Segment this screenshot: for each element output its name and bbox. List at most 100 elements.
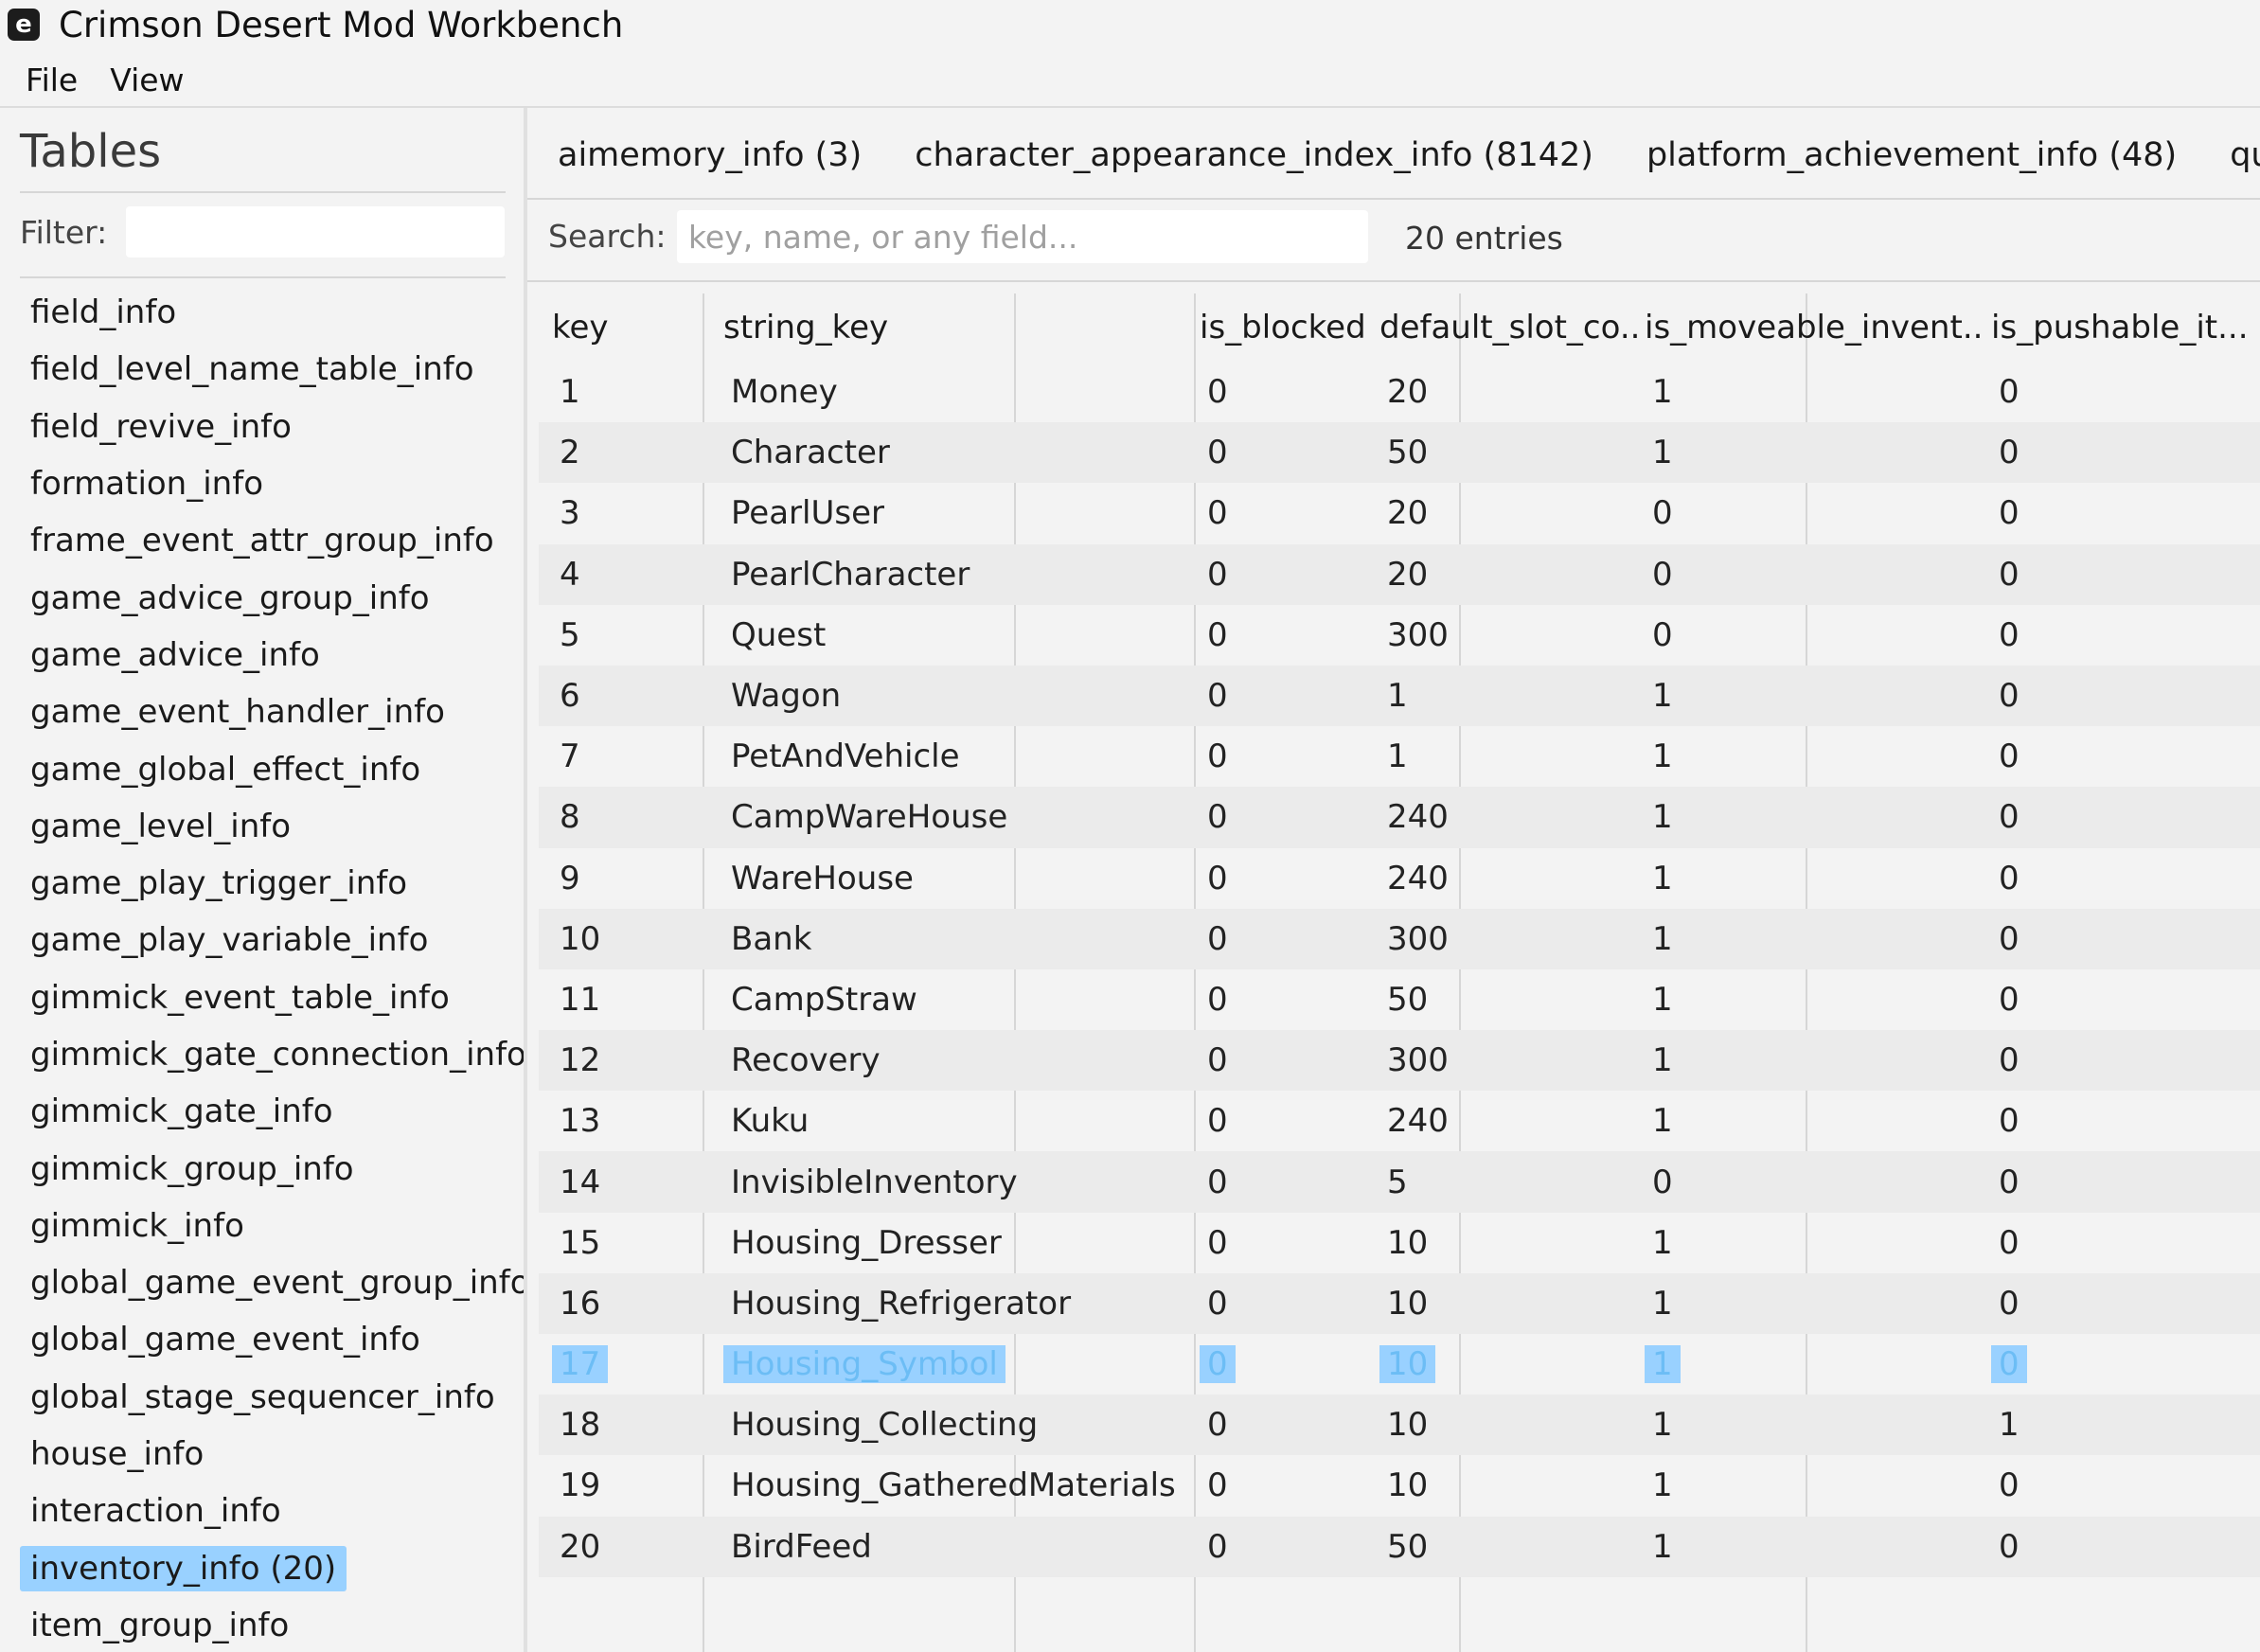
- table-cell[interactable]: 300: [1372, 616, 1637, 654]
- table-cell[interactable]: 0: [1192, 373, 1372, 411]
- table-tab[interactable]: character_appearance_index_info (8142): [915, 136, 1593, 174]
- table-cell[interactable]: 0: [1192, 556, 1372, 594]
- table-cell[interactable]: 1: [1984, 1406, 2249, 1444]
- table-cell[interactable]: 7: [539, 737, 716, 775]
- table-cell[interactable]: 20: [1372, 373, 1637, 411]
- table-cell[interactable]: 1: [1637, 1041, 1984, 1079]
- column-header[interactable]: is_blocked: [1192, 309, 1372, 346]
- table-cell[interactable]: 0: [1192, 616, 1372, 654]
- table-cell[interactable]: 0: [1192, 1285, 1372, 1323]
- table-list-item[interactable]: game_level_info: [20, 798, 512, 855]
- table-cell[interactable]: 240: [1372, 1102, 1637, 1140]
- table-cell[interactable]: 0: [1984, 1164, 2249, 1201]
- table-tab[interactable]: quest_group_: [2230, 136, 2260, 174]
- table-cell[interactable]: 300: [1372, 1041, 1637, 1079]
- table-cell[interactable]: CampWareHouse: [716, 798, 1192, 836]
- table-row[interactable]: 6 Wagon 0 1 1 0: [539, 665, 2260, 727]
- table-cell[interactable]: 0: [1984, 920, 2249, 958]
- table-cell[interactable]: 50: [1372, 981, 1637, 1019]
- table-cell[interactable]: 0: [1984, 1224, 2249, 1262]
- table-cell[interactable]: 0: [1984, 1041, 2249, 1079]
- table-cell[interactable]: 20: [539, 1528, 716, 1566]
- table-cell[interactable]: 0: [1192, 1406, 1372, 1444]
- table-cell[interactable]: 19: [539, 1466, 716, 1504]
- table-cell[interactable]: 0: [1192, 1466, 1372, 1504]
- table-cell[interactable]: 20: [1372, 494, 1637, 532]
- table-cell[interactable]: WareHouse: [716, 860, 1192, 897]
- table-list-item[interactable]: game_event_handler_info: [20, 684, 512, 740]
- table-cell[interactable]: 1: [1637, 1102, 1984, 1140]
- table-cell[interactable]: 1: [1372, 677, 1637, 715]
- table-cell[interactable]: Housing_Symbol: [716, 1345, 1192, 1384]
- table-cell[interactable]: 0: [1984, 981, 2249, 1019]
- table-cell[interactable]: Money: [716, 373, 1192, 411]
- table-list-item[interactable]: global_stage_sequencer_info: [20, 1369, 512, 1426]
- table-cell[interactable]: Quest: [716, 616, 1192, 654]
- table-cell[interactable]: 0: [1192, 1345, 1372, 1384]
- table-cell[interactable]: 0: [1984, 677, 2249, 715]
- table-cell[interactable]: 50: [1372, 1528, 1637, 1566]
- table-row[interactable]: 11 CampStraw 0 50 1 0: [539, 969, 2260, 1030]
- table-cell[interactable]: 0: [1984, 616, 2249, 654]
- table-cell[interactable]: 0: [1637, 556, 1984, 594]
- table-cell[interactable]: 1: [1637, 737, 1984, 775]
- table-cell[interactable]: 1: [1637, 1528, 1984, 1566]
- table-cell[interactable]: Housing_Refrigerator: [716, 1285, 1192, 1323]
- search-input[interactable]: [677, 210, 1368, 263]
- table-cell[interactable]: 0: [1192, 798, 1372, 836]
- table-cell[interactable]: 0: [1192, 737, 1372, 775]
- table-cell[interactable]: BirdFeed: [716, 1528, 1192, 1566]
- table-list-item[interactable]: game_advice_info: [20, 627, 512, 684]
- table-cell[interactable]: Recovery: [716, 1041, 1192, 1079]
- table-cell[interactable]: 1: [539, 373, 716, 411]
- table-row[interactable]: 13 Kuku 0 240 1 0: [539, 1091, 2260, 1151]
- table-cell[interactable]: 6: [539, 677, 716, 715]
- table-cell[interactable]: 0: [1637, 494, 1984, 532]
- table-row[interactable]: 12 Recovery 0 300 1 0: [539, 1030, 2260, 1092]
- table-cell[interactable]: 0: [1984, 494, 2249, 532]
- column-header[interactable]: string_key: [716, 309, 1192, 346]
- table-cell[interactable]: 0: [1984, 556, 2249, 594]
- table-cell[interactable]: 0: [1192, 677, 1372, 715]
- table-cell[interactable]: 1: [1637, 920, 1984, 958]
- table-cell[interactable]: CampStraw: [716, 981, 1192, 1019]
- table-cell[interactable]: 0: [1984, 1528, 2249, 1566]
- column-header[interactable]: default_slot_co...: [1372, 309, 1637, 346]
- table-list-item[interactable]: global_game_event_info: [20, 1311, 512, 1368]
- table-cell[interactable]: 1: [1637, 1466, 1984, 1504]
- table-cell[interactable]: 1: [1637, 1285, 1984, 1323]
- table-cell[interactable]: 13: [539, 1102, 716, 1140]
- table-list-item[interactable]: frame_event_attr_group_info: [20, 512, 512, 569]
- table-list-item[interactable]: gimmick_gate_info: [20, 1083, 512, 1140]
- filter-input[interactable]: [126, 206, 505, 258]
- table-cell[interactable]: 0: [1984, 1285, 2249, 1323]
- table-cell[interactable]: 0: [1192, 494, 1372, 532]
- table-row[interactable]: 2 Character 0 50 1 0: [539, 422, 2260, 484]
- table-cell[interactable]: 0: [1637, 616, 1984, 654]
- table-cell[interactable]: 50: [1372, 434, 1637, 471]
- table-tab[interactable]: aimemory_info (3): [558, 136, 862, 174]
- table-list-item[interactable]: game_global_effect_info: [20, 740, 512, 797]
- table-row[interactable]: 16 Housing_Refrigerator 0 10 1 0: [539, 1272, 2260, 1334]
- table-cell[interactable]: 1: [1637, 1406, 1984, 1444]
- table-cell[interactable]: 1: [1637, 434, 1984, 471]
- table-list-item[interactable]: inventory_info (20): [20, 1540, 512, 1597]
- table-cell[interactable]: 0: [1192, 1164, 1372, 1201]
- table-cell[interactable]: 1: [1372, 737, 1637, 775]
- table-list-item[interactable]: gimmick_gate_connection_info: [20, 1026, 526, 1083]
- table-cell[interactable]: 0: [1984, 860, 2249, 897]
- table-cell[interactable]: PearlUser: [716, 494, 1192, 532]
- column-header[interactable]: key: [539, 309, 716, 346]
- table-cell[interactable]: 0: [1192, 1528, 1372, 1566]
- table-cell[interactable]: 0: [1192, 1224, 1372, 1262]
- table-list-item[interactable]: formation_info: [20, 455, 512, 512]
- table-row[interactable]: 15 Housing_Dresser 0 10 1 0: [539, 1213, 2260, 1273]
- table-list-item[interactable]: gimmick_group_info: [20, 1140, 512, 1197]
- table-cell[interactable]: PearlCharacter: [716, 556, 1192, 594]
- table-cell[interactable]: 0: [1192, 920, 1372, 958]
- table-list-item[interactable]: gimmick_event_table_info: [20, 969, 512, 1026]
- table-list-item[interactable]: interaction_info: [20, 1483, 512, 1539]
- table-cell[interactable]: 10: [1372, 1345, 1637, 1384]
- table-cell[interactable]: 0: [1984, 1102, 2249, 1140]
- table-cell[interactable]: 0: [1192, 981, 1372, 1019]
